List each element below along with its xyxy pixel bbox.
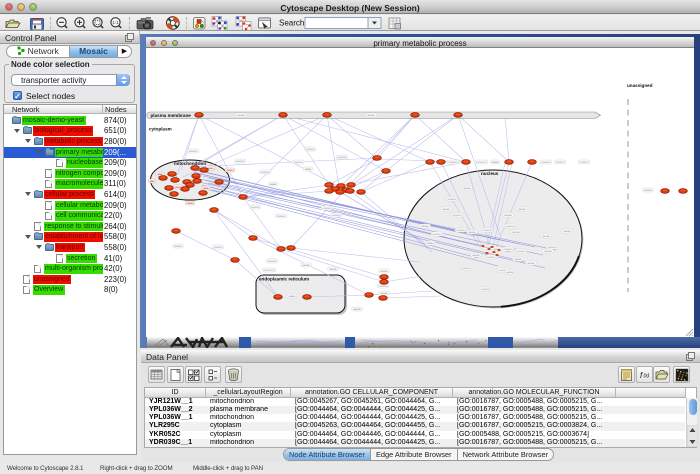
svg-text:ooooooooo: ooooooooo — [263, 268, 274, 272]
svg-text:ooooooooo: ooooooooo — [380, 291, 388, 295]
svg-text:ooooooooo: ooooooooo — [378, 284, 387, 288]
svg-text:1:1: 1:1 — [112, 20, 119, 25]
svg-text:ooooooooo: ooooooooo — [512, 230, 520, 234]
svg-text:unassigned: unassigned — [627, 83, 653, 88]
svg-text:ooooooooo: ooooooooo — [463, 186, 471, 190]
svg-text:ooooooooo: ooooooooo — [203, 186, 209, 190]
svg-text:ooooooooo: ooooooooo — [579, 160, 588, 164]
svg-text:ooooooooo: ooooooooo — [426, 241, 433, 245]
svg-text:ooooooooo: ooooooooo — [432, 232, 441, 236]
svg-text:ooooooooo: ooooooooo — [505, 224, 514, 228]
svg-text:ooooooooo: ooooooooo — [276, 214, 285, 218]
svg-text:ooooooooo: ooooooooo — [267, 259, 276, 263]
svg-text:ooooooooo: ooooooooo — [456, 228, 465, 232]
svg-text:ooooooooo: ooooooooo — [527, 261, 535, 265]
svg-text:ooooooooo: ooooooooo — [452, 213, 461, 217]
svg-text:ooooooooo: ooooooooo — [472, 253, 480, 257]
svg-text:ooooooooo: ooooooooo — [260, 170, 269, 174]
svg-text:endoplasmic reticulum: endoplasmic reticulum — [259, 277, 309, 282]
svg-text:ooooooooo: ooooooooo — [555, 160, 564, 164]
svg-text:ooooooooo: ooooooooo — [541, 160, 550, 164]
svg-text:ooooooooo: ooooooooo — [337, 155, 346, 159]
svg-text:ooooooooo: ooooooooo — [448, 160, 457, 164]
svg-text:ooooooooo: ooooooooo — [447, 197, 456, 201]
svg-text:(x): (x) — [644, 373, 650, 379]
svg-text:ooooooooo: ooooooooo — [293, 160, 302, 164]
svg-text:ooooooooo: ooooooooo — [174, 244, 182, 248]
svg-text:ooooooooo: ooooooooo — [380, 269, 388, 273]
svg-text:ooooooooo: ooooooooo — [331, 213, 340, 217]
svg-text:ooooooooo: ooooooooo — [461, 266, 470, 270]
svg-text:ooooooooo: ooooooooo — [188, 149, 197, 153]
svg-text:ooooooooo: ooooooooo — [186, 201, 193, 205]
svg-text:ooooooooo: ooooooooo — [563, 229, 571, 233]
svg-text:ooooooooo: ooooooooo — [504, 213, 512, 217]
svg-text:ooooooooo: ooooooooo — [329, 267, 337, 271]
svg-text:ooooooooo: ooooooooo — [213, 245, 222, 249]
svg-text:ooooooooo: ooooooooo — [226, 168, 233, 172]
svg-text:ooooooooo: ooooooooo — [481, 287, 490, 291]
svg-text:ooooooooo: ooooooooo — [486, 255, 495, 259]
svg-text:ooooooooo: ooooooooo — [269, 182, 276, 186]
svg-text:ooooooooo: ooooooooo — [442, 207, 450, 211]
svg-text:ooooooooo: ooooooooo — [367, 113, 375, 117]
svg-text:ooooooooo: ooooooooo — [353, 307, 361, 311]
svg-text:ooooooooo: ooooooooo — [491, 160, 498, 164]
svg-text:ooooooooo: ooooooooo — [644, 188, 652, 192]
svg-text:ooooooooo: ooooooooo — [237, 113, 245, 117]
svg-text:ooooooooo: ooooooooo — [235, 159, 244, 163]
svg-text:ooooooooo: ooooooooo — [544, 249, 552, 253]
svg-text:ooooooooo: ooooooooo — [421, 224, 429, 228]
svg-text:Search:: Search: — [279, 19, 307, 28]
svg-text:ooooooooo: ooooooooo — [250, 205, 259, 209]
svg-text:ooooooooo: ooooooooo — [288, 294, 295, 298]
svg-text:ooooooooo: ooooooooo — [506, 270, 514, 274]
svg-text:ooooooooo: ooooooooo — [503, 247, 512, 251]
svg-text:mitochondrion: mitochondrion — [174, 161, 206, 166]
svg-text:ooooooooo: ooooooooo — [322, 206, 331, 210]
svg-text:ooooooooo: ooooooooo — [305, 147, 314, 151]
svg-text:ooooooooo: ooooooooo — [518, 207, 526, 211]
svg-text:plasma membrane: plasma membrane — [150, 113, 191, 118]
svg-text:ooooooooo: ooooooooo — [468, 230, 476, 234]
svg-text:nucleus: nucleus — [481, 171, 499, 176]
svg-text:ooooooooo: ooooooooo — [542, 234, 550, 238]
svg-text:ooooooooo: ooooooooo — [149, 179, 154, 183]
svg-text:ooooooooo: ooooooooo — [482, 228, 491, 232]
svg-text:ooooooooo: ooooooooo — [514, 257, 522, 261]
svg-text:ooooooooo: ooooooooo — [516, 249, 525, 253]
svg-text:ooooooooo: ooooooooo — [302, 263, 310, 267]
svg-text:ooooooooo: ooooooooo — [475, 160, 486, 164]
svg-text:cytoplasm: cytoplasm — [149, 127, 172, 132]
svg-text:ooooooooo: ooooooooo — [304, 167, 311, 171]
